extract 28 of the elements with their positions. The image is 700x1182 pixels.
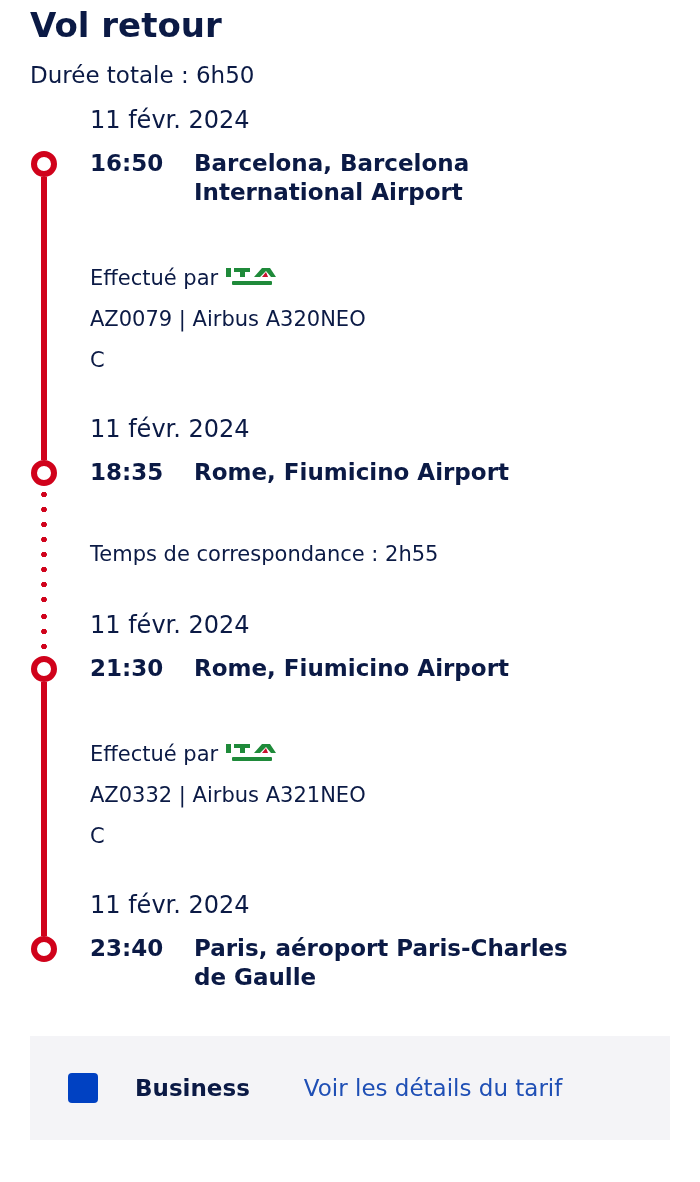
timeline-stop-marker	[31, 460, 57, 486]
cabin-code: C	[90, 823, 106, 850]
flight-number: AZ0079 | Airbus A320NEO	[90, 306, 367, 334]
fare-class-icon	[68, 1073, 98, 1103]
fare-details-link[interactable]: Voir les détails du tarif	[303, 1075, 563, 1101]
operated-by-label: Effectué par	[90, 265, 219, 292]
fare-cabin: Business	[135, 1075, 250, 1101]
stop-time: 21:30	[90, 654, 165, 683]
airport-name: Barcelona, Barcelona International Airport	[194, 149, 471, 207]
flight-date: 11 févr. 2024	[90, 414, 251, 445]
stop-time: 18:35	[90, 458, 165, 487]
timeline-stop-marker	[31, 151, 57, 177]
stop-time: 16:50	[90, 149, 165, 178]
cabin-code: C	[90, 347, 106, 374]
flight-date: 11 févr. 2024	[90, 105, 251, 136]
airport-name: Paris, aéroport Paris-Charles de Gaulle	[194, 934, 569, 992]
flight-date: 11 févr. 2024	[90, 890, 251, 921]
operated-by-label: Effectué par	[90, 741, 219, 768]
total-duration: Durée totale : 6h50	[30, 61, 256, 90]
timeline-stop-marker	[31, 656, 57, 682]
flight-number: AZ0332 | Airbus A321NEO	[90, 782, 367, 810]
airport-name: Rome, Fiumicino Airport	[194, 654, 509, 683]
flight-date: 11 févr. 2024	[90, 610, 251, 641]
airport-name: Rome, Fiumicino Airport	[194, 458, 509, 487]
section-title: Vol retour	[30, 4, 223, 47]
stop-time: 23:40	[90, 934, 165, 963]
connection-time: Temps de correspondance : 2h55	[90, 541, 440, 568]
timeline-stop-marker	[31, 936, 57, 962]
